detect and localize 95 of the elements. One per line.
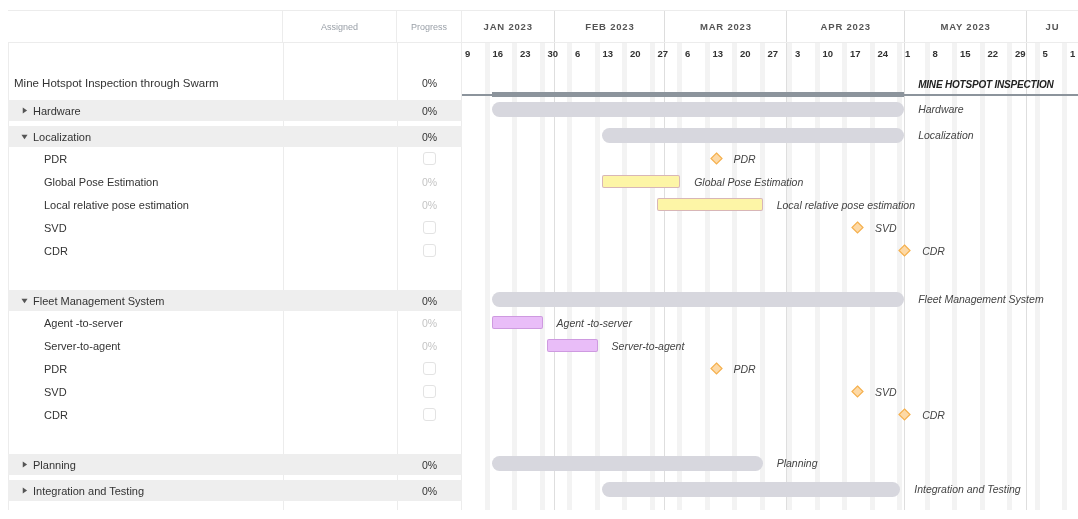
bar-label: Planning: [776, 457, 818, 469]
group-name[interactable]: Hardware: [33, 104, 81, 117]
column-header: Progress: [411, 21, 447, 32]
bar-label: Agent -to-server: [556, 316, 632, 329]
summary-bar[interactable]: [601, 128, 905, 143]
progress-value: 0%: [421, 458, 438, 471]
task-name[interactable]: Local relative pose estimation: [44, 198, 189, 211]
week-label: 6: [575, 48, 581, 59]
bar-label: PDR: [733, 152, 756, 165]
week-label: 30: [547, 48, 559, 59]
bar-label: Integration and Testing: [914, 483, 1021, 495]
bar-label: CDR: [922, 244, 945, 257]
week-label: 5: [1042, 48, 1048, 59]
bar-label: PDR: [733, 362, 756, 375]
week-label: 20: [630, 48, 641, 59]
checkbox[interactable]: [423, 221, 436, 234]
caret-icon[interactable]: [21, 297, 28, 304]
week-label: 20: [740, 48, 751, 59]
milestone-diamond-icon[interactable]: [851, 221, 864, 234]
bar-label: Server-to-agent: [611, 339, 685, 352]
week-label: 22: [987, 48, 999, 59]
month-label: APR 2023: [820, 21, 871, 32]
group-name[interactable]: Fleet Management System: [33, 294, 165, 307]
summary-bar[interactable]: [491, 102, 905, 117]
milestone-diamond-icon[interactable]: [898, 408, 912, 421]
checkbox[interactable]: [423, 152, 436, 165]
task-name[interactable]: Server-to-agent: [44, 339, 121, 352]
month-label: JAN 2023: [483, 21, 533, 32]
bar-label: CDR: [922, 408, 945, 421]
bar-label: SVD: [875, 221, 897, 234]
milestone-name[interactable]: SVD: [44, 385, 67, 398]
checkbox[interactable]: [423, 362, 436, 375]
caret-icon[interactable]: [21, 487, 28, 494]
bar-label: MINE HOTSPOT INSPECTION: [918, 79, 1054, 90]
summary-bar[interactable]: [491, 456, 763, 471]
progress-value: 0%: [421, 104, 438, 117]
milestone-diamond-icon[interactable]: [709, 362, 723, 375]
week-label: 23: [520, 48, 531, 59]
checkbox[interactable]: [423, 385, 436, 398]
summary-bar[interactable]: [601, 482, 901, 497]
month-label: MAY 2023: [940, 21, 991, 32]
bar-label: Hardware: [918, 103, 964, 115]
week-label: 8: [932, 48, 938, 59]
caret-icon[interactable]: [21, 133, 28, 140]
week-label: 1: [1070, 48, 1076, 59]
bar-label: Localization: [918, 129, 974, 141]
milestone-name[interactable]: SVD: [44, 221, 67, 234]
month-label: JU: [1045, 21, 1060, 32]
month-label: FEB 2023: [585, 21, 635, 32]
checkbox[interactable]: [423, 244, 436, 257]
task-bar[interactable]: [491, 316, 543, 329]
week-label: 27: [657, 48, 669, 59]
group-name[interactable]: Integration and Testing: [33, 484, 145, 497]
bar-label: Global Pose Estimation: [694, 175, 804, 188]
week-label: 27: [767, 48, 779, 59]
progress-value: 0%: [421, 484, 438, 497]
week-label: 9: [465, 48, 471, 59]
week-label: 17: [850, 48, 861, 59]
project-name: Mine Hotspot Inspection through Swarm: [13, 77, 219, 89]
week-label: 6: [685, 48, 691, 59]
bar-label: Fleet Management System: [918, 293, 1044, 305]
column-header: Assigned: [321, 21, 358, 32]
week-label: 29: [1015, 48, 1026, 59]
milestone-diamond-icon[interactable]: [898, 244, 912, 257]
milestone-diamond-icon[interactable]: [851, 385, 864, 398]
task-bar[interactable]: [601, 175, 681, 188]
milestone-name[interactable]: PDR: [44, 362, 68, 375]
progress-value: 0%: [421, 130, 438, 143]
summary-bar[interactable]: [491, 292, 905, 307]
task-bar[interactable]: [546, 339, 598, 352]
milestone-name[interactable]: CDR: [44, 408, 68, 421]
checkbox[interactable]: [423, 408, 436, 421]
week-label: 13: [712, 48, 724, 59]
milestone-name[interactable]: CDR: [44, 244, 68, 257]
week-label: 24: [877, 48, 889, 59]
milestone-name[interactable]: PDR: [44, 152, 68, 165]
week-label: 3: [795, 48, 801, 59]
week-label: 15: [960, 48, 971, 59]
milestone-diamond-icon[interactable]: [709, 152, 723, 165]
caret-icon[interactable]: [21, 461, 28, 468]
task-name[interactable]: Global Pose Estimation: [44, 175, 159, 188]
progress-value: 0%: [421, 294, 438, 307]
task-bar[interactable]: [656, 198, 763, 211]
week-label: 16: [492, 48, 504, 59]
bar-label: Local relative pose estimation: [776, 198, 915, 211]
month-label: MAR 2023: [699, 21, 752, 32]
caret-icon[interactable]: [21, 107, 28, 114]
week-label: 10: [822, 48, 834, 59]
group-name[interactable]: Localization: [33, 130, 92, 143]
week-label: 13: [602, 48, 614, 59]
bar-label: SVD: [875, 385, 897, 398]
progress-value: 0%: [421, 77, 438, 89]
week-label: 1: [905, 48, 911, 59]
task-name[interactable]: Agent -to-server: [44, 316, 123, 329]
group-name[interactable]: Planning: [33, 458, 76, 471]
